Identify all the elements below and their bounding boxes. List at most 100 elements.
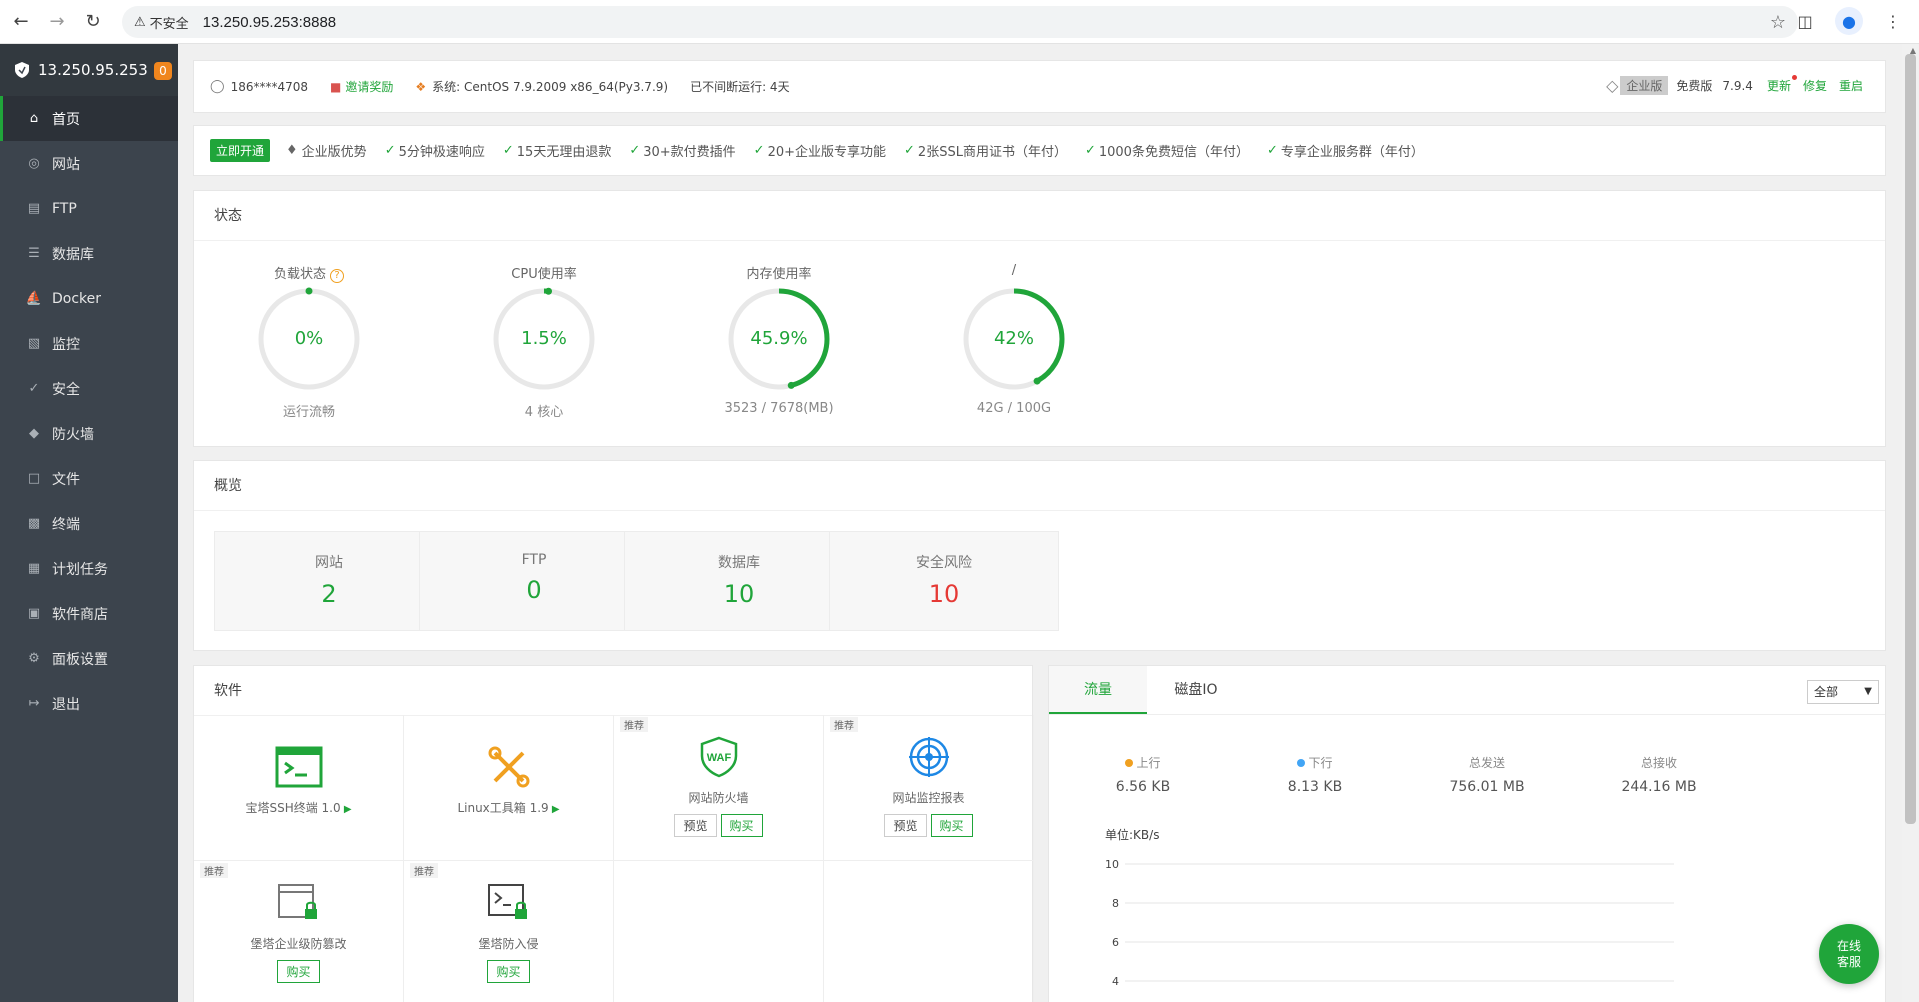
repair-link[interactable]: 修复 [1803, 77, 1827, 94]
overview-card-value[interactable]: 10 [830, 580, 1058, 608]
software-name[interactable]: 堡塔防入侵 [404, 935, 613, 952]
sidebar-item-12[interactable]: ⚙ 面板设置 [0, 636, 178, 681]
scroll-thumb[interactable] [1905, 54, 1916, 824]
locked-window-icon [274, 881, 324, 925]
sidebar-header: 13.250.95.253 0 [0, 44, 178, 96]
gauge-title: / [1011, 263, 1017, 278]
software-item-intrusion-prevention[interactable]: 推荐 堡塔防入侵 购买 [404, 861, 614, 1002]
preview-button[interactable]: 预览 [674, 814, 717, 837]
software-item-site-monitor[interactable]: 推荐 网站监控报表 预览 购买 [824, 715, 1034, 861]
sidebar-item-4[interactable]: ⛵ Docker [0, 276, 178, 321]
software-item-linux-toolbox[interactable]: Linux工具箱 1.9 ▶ [404, 715, 614, 861]
logout-icon: ↦ [28, 696, 40, 711]
monitor-icon: ▧ [27, 336, 41, 351]
tab-traffic[interactable]: 流量 [1049, 666, 1147, 714]
traffic-stat-value: 244.16 MB [1621, 779, 1697, 795]
gauge[interactable]: 内存使用率 45.9% 3523 / 7678(MB) [709, 263, 849, 416]
network-select[interactable]: 全部 ▼ [1807, 680, 1879, 704]
software-item-waf[interactable]: 推荐 WAF 网站防火墙 预览 购买 [614, 715, 824, 861]
overview-card[interactable]: 网站 2 [214, 531, 444, 631]
sidebar-menu: ⌂ 首页 ◎ 网站 ▤ FTP ☰ 数据库 ⛵ Docker ▧ 监控 ✓ 安全 ◆ 防火墙 □ 文件 ▩ 终端 ▦ 计划… [0, 96, 178, 726]
gauge[interactable]: CPU使用率 1.5% 4 核心 [474, 263, 614, 420]
invite-reward-link[interactable]: 邀请奖励 [345, 78, 393, 95]
restart-link[interactable]: 重启 [1839, 77, 1863, 94]
help-icon[interactable]: ? [330, 269, 344, 283]
software-item-tamper-proof[interactable]: 推荐 堡塔企业级防篡改 购买 [194, 861, 404, 1002]
sidebar-item-0[interactable]: ⌂ 首页 [0, 96, 178, 141]
software-name[interactable]: 堡塔企业级防篡改 [194, 935, 403, 952]
software-name[interactable]: 网站防火墙 [614, 789, 823, 806]
overview-title: 概览 [194, 461, 1885, 511]
legend-dot [1125, 759, 1134, 767]
sidebar-item-label: 文件 [52, 471, 80, 488]
tools-icon [484, 745, 534, 789]
svg-text:WAF: WAF [706, 752, 731, 764]
sidebar-item-2[interactable]: ▤ FTP [0, 186, 178, 231]
overview-card[interactable]: 数据库 10 [624, 531, 854, 631]
buy-button[interactable]: 购买 [930, 814, 973, 837]
legend-dot [1297, 759, 1306, 767]
bookmark-star-icon[interactable]: ☆ [1770, 12, 1786, 33]
page-scrollbar[interactable]: ▲ [1902, 44, 1919, 1002]
sidebar-item-7[interactable]: ◆ 防火墙 [0, 411, 178, 456]
side-panel-icon[interactable]: ◫ [1791, 7, 1819, 35]
software-name[interactable]: Linux工具箱 1.9 ▶ [404, 799, 613, 816]
sidebar-item-9[interactable]: ▩ 终端 [0, 501, 178, 546]
open-now-button[interactable]: 立即开通 [210, 139, 271, 162]
gauge[interactable]: 负载状态? 0% 运行流畅 [239, 263, 379, 420]
enterprise-advantage[interactable]: ♦ 企业版优势 [286, 141, 367, 160]
buy-button[interactable]: 购买 [720, 814, 763, 837]
menu-icon[interactable]: ⋮ [1879, 7, 1907, 35]
chevron-down-icon: ▼ [1864, 686, 1872, 697]
address-bar[interactable]: ⚠ 不安全 13.250.95.253:8888 ☆ [122, 6, 1798, 38]
traffic-stat: 总发送 756.01 MB [1397, 754, 1577, 795]
buy-button[interactable]: 购买 [277, 960, 320, 983]
security-indicator[interactable]: ⚠ 不安全 [134, 13, 189, 32]
check-icon: ✓ [629, 143, 641, 158]
sidebar-item-1[interactable]: ◎ 网站 [0, 141, 178, 186]
sidebar-item-5[interactable]: ▧ 监控 [0, 321, 178, 366]
reload-icon[interactable]: ↻ [78, 7, 108, 37]
gauge-ring: 1.5% [490, 285, 598, 393]
sidebar-item-3[interactable]: ☰ 数据库 [0, 231, 178, 276]
sidebar-item-6[interactable]: ✓ 安全 [0, 366, 178, 411]
sidebar-item-label: 退出 [52, 696, 80, 713]
sidebar-item-11[interactable]: ▣ 软件商店 [0, 591, 178, 636]
y-tick-label: 8 [1112, 897, 1119, 910]
sidebar-item-13[interactable]: ↦ 退出 [0, 681, 178, 726]
message-count-badge[interactable]: 0 [154, 62, 172, 80]
overview-card-label: 网站 [315, 555, 343, 571]
buy-button[interactable]: 购买 [487, 960, 530, 983]
tab-disk-io[interactable]: 磁盘IO [1147, 666, 1245, 714]
traffic-stat-label: 上行 [1053, 754, 1233, 771]
forward-icon[interactable]: → [42, 7, 72, 37]
promo-item: ✓ 1000条免费短信（年付） [1084, 143, 1249, 160]
gauge-title: 负载状态? [239, 263, 379, 283]
enterprise-badge[interactable]: ◇ 企业版 [1606, 76, 1669, 95]
waf-shield-icon: WAF [694, 735, 744, 779]
software-panel: 软件 宝塔SSH终端 1.0 ▶ Linux工具箱 1.9 ▶ 推荐 WAF 网… [193, 665, 1034, 1002]
overview-card-value[interactable]: 10 [625, 580, 853, 608]
back-icon[interactable]: ← [6, 7, 36, 37]
sidebar-item-10[interactable]: ▦ 计划任务 [0, 546, 178, 591]
diamond-icon: ◇ [1606, 76, 1619, 95]
online-service-button[interactable]: 在线 客服 [1819, 924, 1879, 984]
gauge[interactable]: / 42% 42G / 100G [944, 263, 1084, 416]
update-link[interactable]: 更新 [1767, 75, 1797, 94]
overview-card-value[interactable]: 2 [215, 580, 443, 608]
gauge-subtext: 3523 / 7678(MB) [724, 401, 834, 416]
shield-check-icon: ✓ [28, 381, 40, 396]
apps-icon: ▣ [27, 606, 41, 621]
software-actions: 购买 [404, 960, 613, 983]
terminal-icon: ▩ [27, 516, 41, 531]
software-name[interactable]: 网站监控报表 [824, 789, 1033, 806]
software-name[interactable]: 宝塔SSH终端 1.0 ▶ [194, 799, 403, 816]
preview-button[interactable]: 预览 [884, 814, 927, 837]
sidebar-item-8[interactable]: □ 文件 [0, 456, 178, 501]
profile-avatar[interactable]: ● [1835, 7, 1863, 35]
software-item-ssh[interactable]: 宝塔SSH终端 1.0 ▶ [194, 715, 404, 861]
overview-card[interactable]: FTP 0 [419, 531, 649, 631]
overview-card[interactable]: 安全风险 10 [829, 531, 1059, 631]
overview-card-value[interactable]: 0 [420, 576, 648, 604]
user-account[interactable]: 186****4708 [231, 80, 308, 94]
